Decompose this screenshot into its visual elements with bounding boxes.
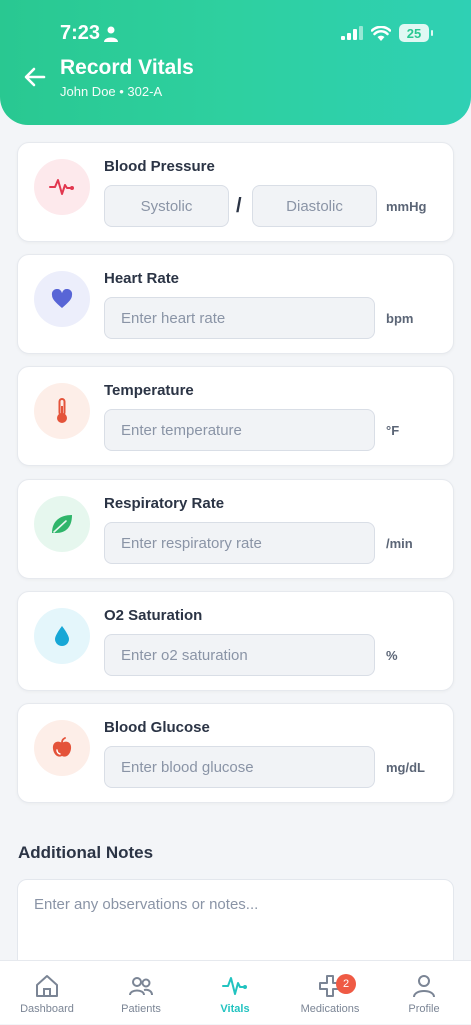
heart-icon [51,289,73,308]
vitals-pulse-icon [222,977,247,995]
temperature-input[interactable]: Enter temperature [104,409,375,451]
blood-glucose-input[interactable]: Enter blood glucose [104,746,375,788]
respiratory-rate-unit: /min [386,536,413,551]
temperature-card: Temperature Enter temperature °F [17,366,454,466]
respiratory-rate-label: Respiratory Rate [104,495,225,512]
back-arrow-icon[interactable] [22,64,48,90]
o2-saturation-icon-circle [34,608,90,664]
battery-indicator: 25 [399,24,433,42]
patient-subtitle: John Doe • 302-A [60,84,163,99]
blood-glucose-unit: mg/dL [386,760,425,775]
systolic-input[interactable]: Systolic [104,185,229,227]
temperature-unit: °F [386,423,400,438]
o2-saturation-unit: % [386,648,398,663]
pressure-separator: / [236,195,242,217]
status-indicators: 25 [341,24,433,42]
blood-pressure-card: Blood Pressure Systolic / Diastolic mmHg [17,142,454,242]
blood-glucose-icon-circle [34,720,90,776]
page-title: Record Vitals [60,56,194,79]
tab-vitals-label: Vitals [220,1003,250,1015]
tab-patients[interactable]: Patients [94,961,188,1025]
notes-title: Additional Notes [18,843,154,862]
tab-vitals[interactable]: Vitals [188,961,282,1025]
users-icon [129,977,153,996]
heart-rate-icon-circle [34,271,90,327]
droplet-icon [55,626,69,646]
o2-saturation-card: O2 Saturation Enter o2 saturation % [17,591,454,691]
bottom-tab-bar: Dashboard Patients Vitals 2 Medications … [0,960,471,1024]
tab-dashboard[interactable]: Dashboard [0,961,94,1025]
heart-rate-unit: bpm [386,311,414,326]
pulse-icon [49,179,74,195]
tab-medications-label: Medications [300,1003,360,1015]
thermometer-icon [57,398,67,423]
person-status-icon [104,26,118,42]
temperature-label: Temperature [104,382,194,399]
blood-pressure-label: Blood Pressure [104,158,215,175]
leaf-icon [52,515,72,533]
respiratory-rate-card: Respiratory Rate Enter respiratory rate … [17,479,454,579]
temperature-icon-circle [34,383,90,439]
tab-medications[interactable]: 2 Medications [283,961,377,1025]
diastolic-input[interactable]: Diastolic [252,185,377,227]
heart-rate-card: Heart Rate Enter heart rate bpm [17,254,454,354]
apple-icon [52,737,72,757]
blood-pressure-icon-circle [34,159,90,215]
tab-profile[interactable]: Profile [377,961,471,1025]
heart-rate-input[interactable]: Enter heart rate [104,297,375,339]
profile-icon [413,975,435,998]
blood-glucose-card: Blood Glucose Enter blood glucose mg/dL [17,703,454,803]
blood-pressure-unit: mmHg [386,199,427,214]
blood-glucose-label: Blood Glucose [104,719,210,736]
signal-icon [341,26,363,40]
heart-rate-label: Heart Rate [104,270,180,287]
wifi-icon [371,25,391,41]
tab-patients-label: Patients [121,1003,161,1015]
medications-badge: 2 [336,974,356,994]
respiratory-rate-input[interactable]: Enter respiratory rate [104,522,375,564]
header: 7:23 25 Record Vitals John Doe • 302-A [0,0,471,125]
status-time: 7:23 [60,22,101,44]
home-icon [36,975,58,997]
o2-saturation-label: O2 Saturation [104,607,203,624]
tab-profile-label: Profile [408,1003,440,1015]
o2-saturation-input[interactable]: Enter o2 saturation [104,634,375,676]
respiratory-rate-icon-circle [34,496,90,552]
tab-dashboard-label: Dashboard [20,1003,74,1015]
